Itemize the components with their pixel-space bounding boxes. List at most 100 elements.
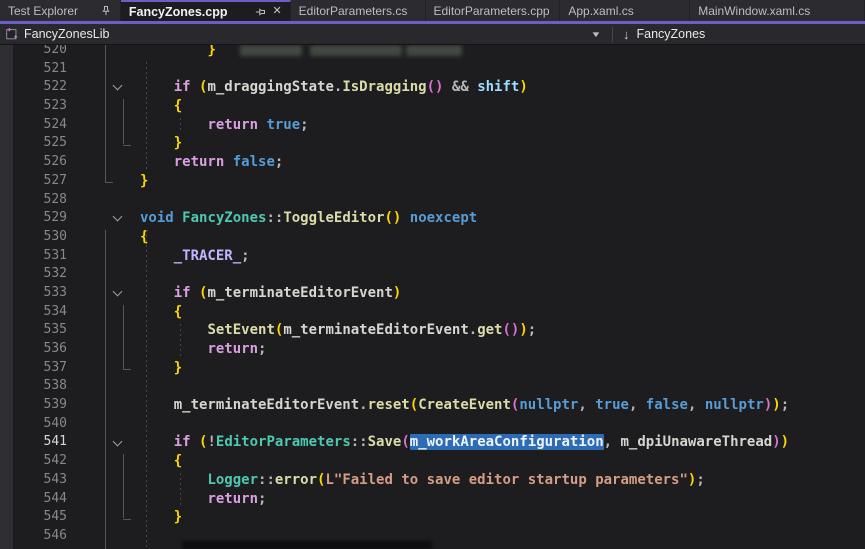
code-line: 543 Logger::error(L"Failed to save edito…: [0, 471, 865, 490]
fold-column: [80, 415, 140, 434]
fold-column: [80, 527, 140, 546]
code-text[interactable]: if (m_terminateEditorEvent): [140, 284, 401, 303]
blurred-content: [406, 45, 462, 56]
fold-column: [80, 191, 140, 210]
fold-region-line: [105, 230, 106, 549]
tab-mainwindow-xaml-cs[interactable]: MainWindow.xaml.cs: [690, 0, 865, 21]
tab-editorparameters-cs[interactable]: EditorParameters.cs: [291, 0, 426, 21]
fold-column: [80, 452, 140, 471]
blurred-content: [310, 45, 402, 56]
fold-column: [80, 153, 140, 172]
fold-column: [80, 265, 140, 284]
fold-column: [80, 490, 140, 509]
code-line: 520 }: [0, 45, 865, 60]
down-arrow-icon: ↓: [623, 27, 630, 42]
tab-editorparameters-cpp[interactable]: EditorParameters.cpp: [426, 0, 561, 21]
code-line: 526 return false;: [0, 153, 865, 172]
code-line: 523 {: [0, 97, 865, 116]
fold-column: [80, 340, 140, 359]
code-line: 524 return true;: [0, 116, 865, 135]
code-text[interactable]: return true;: [140, 116, 309, 135]
close-icon[interactable]: ✕: [272, 6, 281, 17]
fold-column: [80, 247, 140, 266]
code-text[interactable]: SetEvent(m_terminateEditorEvent.get());: [140, 321, 536, 340]
project-dropdown-label: FancyZonesLib: [24, 27, 109, 41]
cpp-project-icon: [5, 27, 19, 41]
code-text[interactable]: }: [140, 45, 216, 60]
code-line: 539 m_terminateEditorEvent.reset(CreateE…: [0, 396, 865, 415]
code-line: 533 if (m_terminateEditorEvent): [0, 284, 865, 303]
code-text[interactable]: return;: [140, 340, 266, 359]
pin-icon[interactable]: [100, 5, 112, 17]
fold-column: [80, 116, 140, 135]
code-text[interactable]: }: [140, 172, 148, 191]
tab-fancyzones-cpp[interactable]: FancyZones.cpp ✕: [121, 0, 291, 21]
fold-column: [80, 396, 140, 415]
code-line: 540: [0, 415, 865, 434]
fold-region-line: [123, 99, 124, 144]
navigation-bar: FancyZonesLib ▼ ↓ FancyZones: [0, 24, 865, 45]
code-line: 536 return;: [0, 340, 865, 359]
fold-column: [80, 471, 140, 490]
tab-test-explorer[interactable]: Test Explorer: [0, 0, 121, 21]
code-line: 546: [0, 527, 865, 546]
code-line: 530{: [0, 228, 865, 247]
code-line: 538: [0, 377, 865, 396]
tab-label: FancyZones.cpp: [129, 5, 228, 19]
code-line: 542 {: [0, 452, 865, 471]
fold-column: [80, 433, 140, 452]
blurred-content: [182, 541, 432, 549]
tab-label: MainWindow.xaml.cs: [698, 4, 810, 18]
tab-app-xaml-cs[interactable]: App.xaml.cs: [560, 0, 690, 21]
tab-label: EditorParameters.cpp: [434, 4, 550, 18]
project-dropdown[interactable]: FancyZonesLib ▼: [0, 24, 612, 44]
code-text[interactable]: return false;: [140, 153, 283, 172]
indent-guide: [180, 118, 181, 132]
fold-column: [80, 78, 140, 97]
indent-guide: [146, 62, 147, 170]
fold-column: [80, 45, 140, 60]
code-line: 527}: [0, 172, 865, 191]
fold-column: [80, 284, 140, 303]
code-line: 528: [0, 191, 865, 210]
code-text[interactable]: {: [140, 228, 148, 247]
code-line: 531 _TRACER_;: [0, 247, 865, 266]
indent-guide: [180, 473, 181, 506]
code-text[interactable]: Logger::error(L"Failed to save editor st…: [140, 471, 705, 490]
fold-region-tick: [123, 519, 131, 520]
fold-column: [80, 508, 140, 527]
fold-column: [80, 134, 140, 153]
tab-label: App.xaml.cs: [568, 4, 633, 18]
fold-column: [80, 97, 140, 116]
code-text[interactable]: _TRACER_;: [140, 247, 250, 266]
fold-region-line: [105, 45, 106, 182]
indent-guide: [180, 324, 181, 357]
tab-icons: ✕: [246, 6, 281, 18]
scope-dropdown[interactable]: ↓ FancyZones: [613, 24, 705, 44]
pin-icon[interactable]: [254, 6, 266, 18]
tab-bar: Test Explorer FancyZones.cpp ✕ EditorParame…: [0, 0, 865, 24]
code-text[interactable]: m_terminateEditorEvent.reset(CreateEvent…: [140, 396, 789, 415]
blurred-content: [240, 45, 302, 56]
code-text[interactable]: if (m_draggingState.IsDragging() && shif…: [140, 78, 528, 97]
code-line: 529void FancyZones::ToggleEditor() noexc…: [0, 209, 865, 228]
code-line: 522 if (m_draggingState.IsDragging() && …: [0, 78, 865, 97]
code-text[interactable]: if (!EditorParameters::Save(m_workAreaCo…: [140, 433, 789, 452]
fold-column: [80, 359, 140, 378]
scope-dropdown-label: FancyZones: [637, 27, 706, 41]
code-line: 541 if (!EditorParameters::Save(m_workAr…: [0, 433, 865, 452]
fold-column: [80, 60, 140, 79]
tab-label: EditorParameters.cs: [299, 4, 408, 18]
code-text[interactable]: return;: [140, 490, 266, 509]
project-dropdown-chevron-icon[interactable]: ▼: [590, 30, 601, 39]
fold-column: [80, 321, 140, 340]
code-scroll-area: 520 }521522 if (m_draggingState.IsDraggi…: [0, 45, 865, 546]
fold-column: [80, 303, 140, 322]
fold-region-line: [123, 454, 124, 518]
code-editor[interactable]: 520 }521522 if (m_draggingState.IsDraggi…: [0, 45, 865, 549]
code-text[interactable]: void FancyZones::ToggleEditor() noexcept: [140, 209, 477, 228]
tab-label: Test Explorer: [8, 4, 78, 18]
fold-column: [80, 377, 140, 396]
fold-column: [80, 228, 140, 247]
breakpoint-margin[interactable]: [0, 45, 13, 549]
